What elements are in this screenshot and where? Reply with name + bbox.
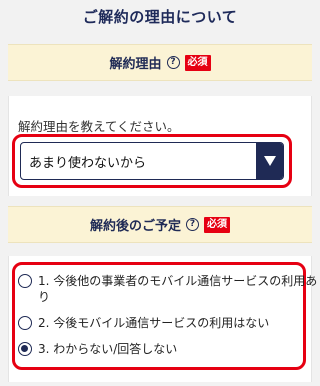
plan-section-label: 解約後のご予定: [89, 219, 181, 234]
triangle-down-icon[interactable]: [256, 143, 283, 179]
required-badge: 必須: [204, 216, 230, 233]
radio-option-2[interactable]: 2. 今後モバイル通信サービスの利用はない: [18, 315, 269, 331]
reason-select-value: あまり使わないから: [29, 155, 147, 171]
radio-icon[interactable]: [18, 274, 32, 288]
radio-option-3-label: 3. わからない/回答しない: [38, 342, 178, 356]
plan-section-header: 解約後のご予定 ? 必須: [8, 206, 312, 243]
help-circle-icon[interactable]: ?: [166, 56, 180, 69]
reason-section-label: 解約理由: [109, 57, 162, 72]
radio-option-1[interactable]: 1. 今後他の事業者のモバイル通信サービスの利用あり: [18, 273, 317, 305]
page-title: ご解約の理由について: [82, 8, 238, 26]
radio-icon[interactable]: [18, 316, 32, 330]
radio-option-1-label: 1. 今後他の事業者のモバイル通信サービスの利用あり: [38, 274, 318, 304]
reason-section-header: 解約理由 ? 必須: [8, 44, 312, 81]
radio-icon-checked[interactable]: [18, 342, 32, 356]
reason-prompt: 解約理由を教えてください。: [18, 119, 180, 134]
radio-option-2-label: 2. 今後モバイル通信サービスの利用はない: [38, 316, 270, 330]
required-badge: 必須: [184, 54, 211, 71]
reason-select[interactable]: あまり使わないから: [20, 142, 284, 180]
radio-option-3[interactable]: 3. わからない/回答しない: [18, 341, 177, 357]
help-circle-icon[interactable]: ?: [186, 218, 199, 231]
